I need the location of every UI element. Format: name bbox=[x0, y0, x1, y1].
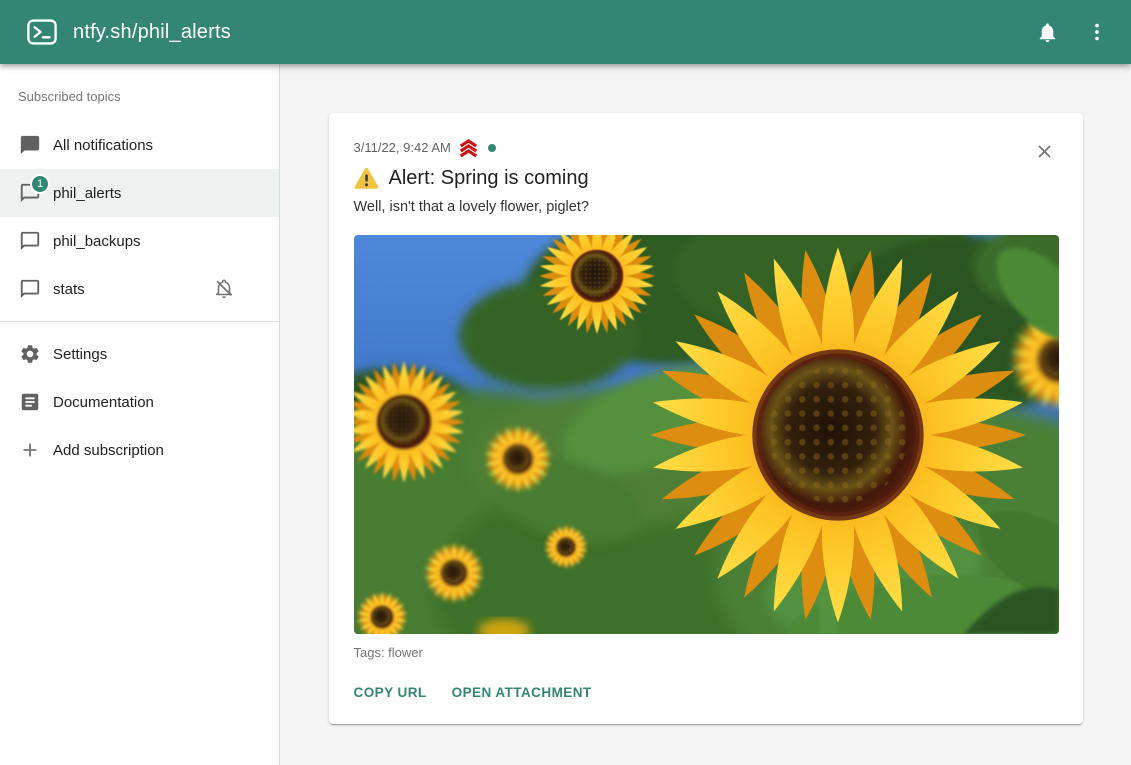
sidebar-item-label: Add subscription bbox=[53, 442, 164, 459]
chat-bubble-outline-icon bbox=[18, 277, 42, 301]
sidebar-item-label: stats bbox=[53, 281, 85, 298]
sidebar: Subscribed topics All notifications 1 ph… bbox=[0, 64, 280, 765]
notifications-bell-button[interactable] bbox=[1027, 12, 1067, 52]
warning-icon bbox=[354, 167, 379, 190]
sidebar-item-label: All notifications bbox=[53, 137, 153, 154]
notification-actions: COPY URL OPEN ATTACHMENT bbox=[354, 685, 1058, 700]
main-content: 3/11/22, 9:42 AM Alert: Spring is coming… bbox=[280, 64, 1131, 765]
overflow-menu-button[interactable] bbox=[1077, 12, 1117, 52]
copy-url-button[interactable]: COPY URL bbox=[354, 685, 427, 700]
terminal-logo-icon bbox=[27, 19, 57, 45]
chat-bubble-filled-icon bbox=[18, 133, 42, 157]
chat-bubble-outline-icon bbox=[18, 229, 42, 253]
bell-icon bbox=[1036, 21, 1059, 44]
subscribed-topics-label: Subscribed topics bbox=[18, 89, 279, 104]
more-vert-icon bbox=[1086, 21, 1108, 43]
gear-icon bbox=[18, 342, 42, 366]
sidebar-item-documentation[interactable]: Documentation bbox=[0, 378, 279, 426]
sidebar-item-settings[interactable]: Settings bbox=[0, 330, 279, 378]
notification-title: Alert: Spring is coming bbox=[389, 165, 589, 192]
app-title: ntfy.sh/phil_alerts bbox=[73, 21, 231, 44]
open-attachment-button[interactable]: OPEN ATTACHMENT bbox=[452, 685, 592, 700]
close-icon bbox=[1034, 141, 1055, 162]
sidebar-item-all-notifications[interactable]: All notifications bbox=[0, 121, 279, 169]
sidebar-item-add-subscription[interactable]: Add subscription bbox=[0, 426, 279, 474]
sidebar-item-stats[interactable]: stats bbox=[0, 265, 279, 313]
sidebar-divider bbox=[0, 321, 279, 322]
sidebar-item-label: Settings bbox=[53, 346, 107, 363]
attachment-image[interactable] bbox=[354, 235, 1059, 634]
notifications-off-icon bbox=[213, 278, 235, 300]
close-notification-button[interactable] bbox=[1031, 137, 1059, 165]
unread-dot bbox=[488, 144, 496, 152]
notification-tags: Tags: flower bbox=[354, 645, 1058, 660]
chat-bubble-outline-icon: 1 bbox=[18, 181, 42, 205]
sidebar-item-label: phil_backups bbox=[53, 233, 141, 250]
sidebar-item-phil-backups[interactable]: phil_backups bbox=[0, 217, 279, 265]
notification-meta: 3/11/22, 9:42 AM bbox=[354, 139, 1058, 156]
unread-count-badge: 1 bbox=[30, 174, 50, 194]
notification-timestamp: 3/11/22, 9:42 AM bbox=[354, 140, 451, 155]
sidebar-item-label: phil_alerts bbox=[53, 185, 121, 202]
priority-max-icon bbox=[458, 139, 479, 157]
notification-card: 3/11/22, 9:42 AM Alert: Spring is coming… bbox=[329, 113, 1083, 724]
app-bar: ntfy.sh/phil_alerts bbox=[0, 0, 1131, 64]
sidebar-item-label: Documentation bbox=[53, 394, 154, 411]
notification-title-row: Alert: Spring is coming bbox=[354, 165, 1058, 192]
plus-icon bbox=[18, 438, 42, 462]
notification-body: Well, isn't that a lovely flower, piglet… bbox=[354, 197, 1058, 217]
sidebar-item-phil-alerts[interactable]: 1 phil_alerts bbox=[0, 169, 279, 217]
article-icon bbox=[18, 390, 42, 414]
